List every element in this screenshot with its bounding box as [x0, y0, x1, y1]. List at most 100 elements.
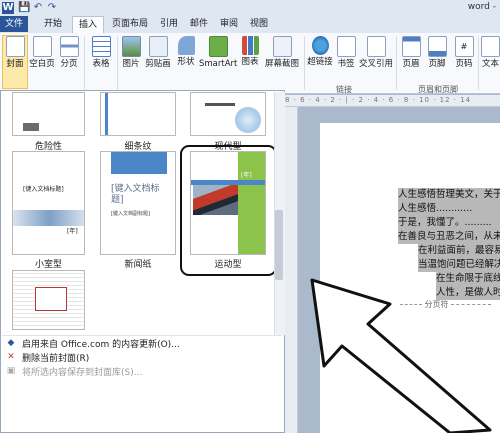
screenshot-label: 屏幕截图 [264, 59, 299, 69]
text-box-icon [481, 36, 500, 57]
tab-home[interactable]: 开始 [40, 16, 66, 32]
shapes-label: 形状 [177, 57, 195, 67]
vertical-ruler[interactable] [285, 107, 298, 433]
cover-thumbnail-newsprint[interactable]: [键入文档标题] [键入文档副标题] [100, 151, 176, 255]
alcove-title: [键入文档标题] [23, 186, 64, 193]
word-app-icon[interactable]: W [2, 2, 14, 14]
alcove-band [13, 210, 84, 226]
cover-thumbnail-alcove[interactable]: [键入文档标题] [年] [12, 151, 85, 255]
page-number-label: 页码 [455, 59, 473, 69]
clip-art-button[interactable]: 剪贴画 [144, 36, 172, 70]
cover-thumbnail-pinstripes[interactable] [12, 270, 85, 330]
footer-label: 页脚 [428, 59, 446, 69]
tab-insert[interactable]: 插入 [72, 16, 104, 33]
ribbon-separator [117, 36, 118, 90]
redo-icon[interactable]: ↷ [46, 2, 58, 14]
picture-icon [121, 36, 141, 57]
danger-title-block [23, 123, 39, 131]
header-button[interactable]: 页眉 [399, 36, 423, 70]
page-break-icon [59, 36, 79, 57]
document-line[interactable]: 在利益面前，最容易 [418, 244, 500, 258]
clip-art-icon [148, 36, 168, 57]
table-label: 表格 [92, 59, 110, 69]
screenshot-button[interactable]: 屏幕截图 [262, 36, 302, 70]
gallery-scrollbar-thumb[interactable] [275, 210, 283, 280]
text-box-button[interactable]: 文本 [481, 36, 500, 70]
ribbon-separator [84, 36, 85, 90]
blank-page-icon [32, 36, 52, 57]
tab-review[interactable]: 审阅 [216, 16, 242, 32]
tab-references[interactable]: 引用 [156, 16, 182, 32]
newsprint-title: [键入文档标题] [111, 184, 160, 205]
picture-label: 图片 [122, 59, 140, 69]
cover-page-button[interactable]: 封面 [2, 35, 28, 89]
page-number-icon: # [454, 36, 474, 57]
header-label: 页眉 [402, 59, 420, 69]
chart-label: 图表 [241, 57, 259, 67]
undo-icon[interactable]: ↶ [32, 2, 44, 14]
newsprint-header-block [111, 152, 167, 174]
save-icon[interactable]: 💾 [18, 2, 30, 14]
tab-file[interactable]: 文件 [0, 16, 28, 32]
modern-circle-graphic [235, 107, 261, 133]
cross-reference-label: 交叉引用 [358, 59, 393, 69]
footer-button[interactable]: 页脚 [425, 36, 449, 70]
page-break-label: 分页 [60, 59, 78, 69]
shapes-button[interactable]: 形状 [174, 36, 198, 68]
globe-icon [311, 36, 329, 55]
table-icon [91, 36, 111, 57]
text-box-label: 文本 [481, 59, 499, 69]
title-bar [0, 0, 500, 17]
page-number-button[interactable]: # 页码 [452, 36, 476, 70]
cross-reference-button[interactable]: 交叉引用 [358, 36, 394, 70]
table-button[interactable]: 表格 [88, 36, 114, 70]
cover-thumbnail-fine-stripes[interactable] [100, 92, 176, 136]
cover-page-label: 封面 [6, 59, 24, 69]
document-line[interactable]: 人生感悟............ [398, 202, 500, 216]
horizontal-ruler[interactable]: 8 · 6 · 4 · 2 · | · 2 · 4 · 6 · 8 · 10 ·… [285, 95, 500, 107]
clip-art-label: 剪贴画 [145, 59, 171, 69]
menu-item-remove-cover[interactable]: 删除当前封面(R) [22, 351, 89, 364]
pinstripes-title-box [35, 287, 67, 311]
ribbon-separator [478, 36, 479, 90]
page-break-button[interactable]: 分页 [58, 36, 80, 70]
save-to-gallery-icon: ▣ [6, 366, 16, 376]
cross-reference-icon [366, 36, 386, 57]
stripe-decoration [105, 93, 108, 135]
hyperlink-button[interactable]: 超链接 [306, 36, 334, 68]
screenshot-icon [272, 36, 292, 57]
chart-button[interactable]: 图表 [239, 36, 261, 68]
window-title: word - [467, 2, 496, 12]
selection-highlight-ring [180, 145, 277, 276]
blank-page-button[interactable]: 空白页 [28, 36, 56, 70]
newsprint-subtitle: [键入文档副标题] [111, 211, 150, 217]
cover-thumbnail-modern[interactable] [190, 92, 266, 136]
document-line[interactable]: 在善良与丑恶之间，从未 [398, 230, 500, 244]
tab-page-layout[interactable]: 页面布局 [108, 16, 152, 32]
menu-item-office-updates[interactable]: 启用来自 Office.com 的内容更新(O)... [22, 337, 180, 350]
bookmark-button[interactable]: 书签 [335, 36, 357, 70]
tab-mailings[interactable]: 邮件 [186, 16, 212, 32]
cover-label-alcove: 小室型 [34, 260, 62, 270]
smartart-button[interactable]: SmartArt [199, 36, 237, 70]
smartart-icon [208, 36, 228, 57]
picture-button[interactable]: 图片 [120, 36, 142, 70]
cover-page-icon [5, 36, 25, 57]
delete-cover-icon: ✕ [7, 352, 15, 362]
modern-title-bar [205, 103, 235, 106]
cover-thumbnail-danger[interactable] [12, 92, 85, 136]
bookmark-icon [336, 36, 356, 57]
document-line[interactable]: 于是，我懂了。......... [398, 216, 500, 230]
hyperlink-label: 超链接 [307, 57, 333, 67]
smartart-label: SmartArt [199, 59, 238, 69]
bookmark-label: 书签 [337, 59, 355, 69]
office-update-icon: ◆ [7, 338, 15, 348]
menu-item-save-to-gallery: 将所选内容保存到封面库(S)... [22, 368, 143, 378]
alcove-year: [年] [67, 228, 78, 235]
header-icon [401, 36, 421, 57]
cover-label-newsprint: 新闻纸 [124, 260, 152, 270]
document-line[interactable]: 人生感悟哲理美文，关于 [398, 188, 500, 202]
tab-view[interactable]: 视图 [246, 16, 272, 32]
blank-page-label: 空白页 [29, 59, 55, 69]
ribbon-separator [396, 36, 397, 90]
